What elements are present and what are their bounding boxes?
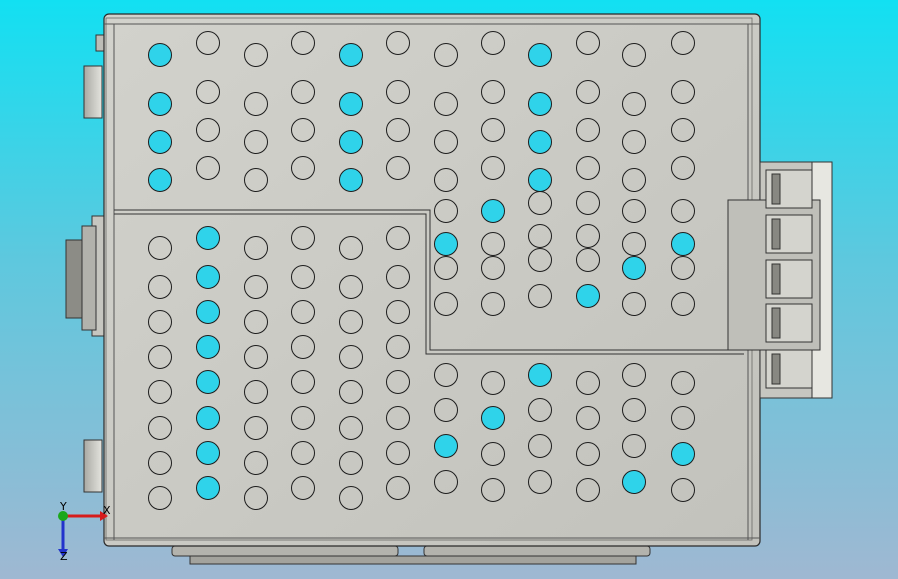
vent-hole	[148, 130, 172, 154]
vent-hole	[196, 265, 220, 289]
y-axis-label: Y	[59, 500, 67, 513]
vent-hole	[434, 434, 458, 458]
bracket-slot	[771, 263, 781, 295]
vent-hole	[148, 168, 172, 192]
vent-hole	[196, 406, 220, 430]
vent-hole	[339, 43, 363, 67]
bracket-slot	[771, 173, 781, 205]
x-axis-label: X	[103, 504, 111, 517]
bracket-slot	[771, 218, 781, 250]
vent-hole	[481, 199, 505, 223]
cad-model[interactable]: X Y Z	[0, 0, 898, 579]
vent-hole	[339, 130, 363, 154]
vent-hole	[339, 168, 363, 192]
vent-hole	[671, 232, 695, 256]
vent-hole	[671, 442, 695, 466]
vent-hole	[196, 441, 220, 465]
vent-hole	[576, 284, 600, 308]
axis-triad: X Y Z	[58, 500, 111, 563]
z-axis-label: Z	[60, 550, 68, 563]
vent-hole	[528, 363, 552, 387]
graphics-viewport[interactable]: X Y Z	[0, 0, 898, 579]
vent-hole	[528, 130, 552, 154]
vent-hole	[196, 300, 220, 324]
vent-hole	[339, 92, 363, 116]
vent-hole	[528, 168, 552, 192]
vent-hole	[434, 232, 458, 256]
vent-hole	[622, 256, 646, 280]
vent-hole	[148, 92, 172, 116]
vent-hole	[528, 43, 552, 67]
bracket-slot	[771, 307, 781, 339]
vent-hole	[481, 406, 505, 430]
left-mounting-tabs	[65, 34, 109, 493]
vent-hole	[196, 370, 220, 394]
bracket-slot	[771, 353, 781, 385]
vent-hole	[148, 43, 172, 67]
vent-hole	[196, 226, 220, 250]
vent-hole	[622, 470, 646, 494]
vent-hole	[196, 476, 220, 500]
bottom-rails	[171, 545, 651, 565]
vent-hole	[528, 92, 552, 116]
vent-hole	[196, 335, 220, 359]
